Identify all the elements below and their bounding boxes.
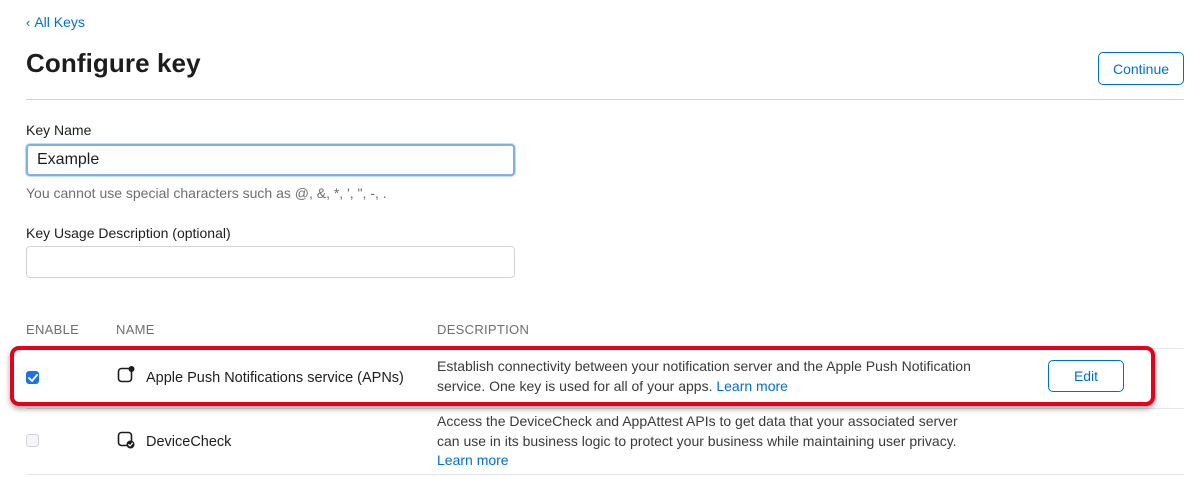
apns-learn-more-link[interactable]: Learn more <box>716 378 788 394</box>
row-divider <box>26 348 1184 349</box>
apns-description-text: Establish connectivity between your noti… <box>437 358 971 394</box>
service-name-devicecheck: DeviceCheck <box>146 434 232 450</box>
service-name-apns: Apple Push Notifications service (APNs) <box>146 370 404 386</box>
push-notification-icon <box>117 366 135 383</box>
enable-apns-checkbox[interactable] <box>26 371 39 384</box>
row-divider <box>26 408 1184 409</box>
column-header-name: NAME <box>116 322 155 337</box>
key-name-input[interactable] <box>26 144 515 176</box>
configure-key-page: ‹ All Keys Configure key Continue Key Na… <box>0 0 1198 477</box>
key-name-label: Key Name <box>26 122 92 138</box>
continue-button[interactable]: Continue <box>1098 52 1184 85</box>
enable-devicecheck-checkbox[interactable] <box>26 434 39 447</box>
key-usage-description-input[interactable] <box>26 246 515 278</box>
service-description-devicecheck: Access the DeviceCheck and AppAttest API… <box>437 412 977 471</box>
back-link-label: All Keys <box>34 14 85 30</box>
key-usage-description-label: Key Usage Description (optional) <box>26 225 231 241</box>
device-check-icon <box>117 431 135 449</box>
row-divider <box>26 474 1184 475</box>
checkmark-icon <box>27 373 38 382</box>
page-title: Configure key <box>26 48 201 78</box>
key-name-helper-text: You cannot use special characters such a… <box>26 185 387 201</box>
chevron-left-icon: ‹ <box>26 14 31 30</box>
column-header-description: DESCRIPTION <box>437 322 530 337</box>
column-header-enable: ENABLE <box>26 322 80 337</box>
back-to-all-keys-link[interactable]: ‹ All Keys <box>26 14 85 30</box>
service-description-apns: Establish connectivity between your noti… <box>437 357 977 396</box>
devicecheck-description-text: Access the DeviceCheck and AppAttest API… <box>437 413 958 449</box>
header-divider <box>26 99 1184 100</box>
apns-edit-button[interactable]: Edit <box>1048 360 1124 392</box>
devicecheck-learn-more-link[interactable]: Learn more <box>437 452 509 468</box>
